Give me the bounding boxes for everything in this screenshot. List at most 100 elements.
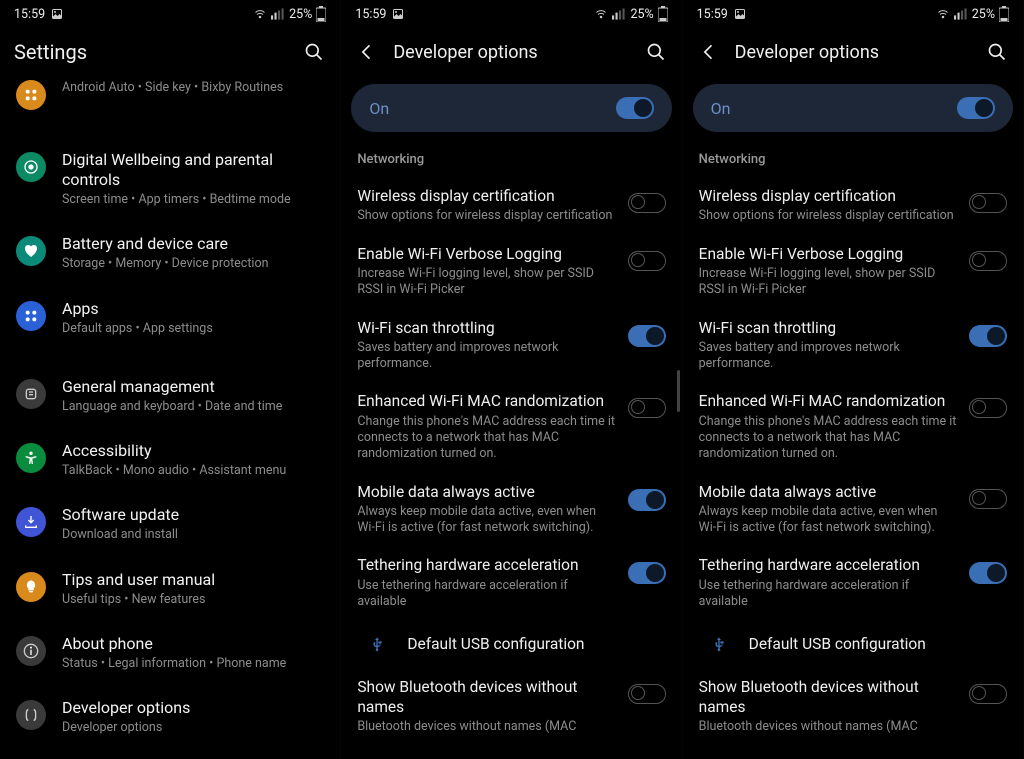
settings-item[interactable]: Developer options Developer options bbox=[0, 685, 340, 749]
toggle[interactable] bbox=[628, 489, 666, 511]
item-title: Wi-Fi scan throttling bbox=[357, 319, 615, 338]
toggle[interactable] bbox=[628, 325, 666, 347]
settings-item[interactable]: Digital Wellbeing and parental controls … bbox=[0, 137, 340, 221]
battery-pct: 25% bbox=[972, 7, 995, 22]
item-title: Wireless display certification bbox=[699, 187, 957, 206]
master-toggle-row[interactable]: On bbox=[351, 84, 671, 132]
master-toggle-label: On bbox=[369, 99, 389, 118]
settings-title: General management bbox=[62, 377, 324, 397]
settings-item[interactable]: Tips and user manual Useful tips • New f… bbox=[0, 557, 340, 621]
search-button[interactable] bbox=[644, 40, 668, 64]
accessibility-icon bbox=[16, 443, 46, 473]
dev-item[interactable]: Wi-Fi scan throttling Saves battery and … bbox=[341, 309, 681, 383]
page-title: Settings bbox=[14, 40, 288, 64]
item-subtitle: Use tethering hardware acceleration if a… bbox=[357, 578, 615, 611]
section-networking: Networking bbox=[341, 146, 681, 177]
settings-subtitle: Screen time • App timers • Bedtime mode bbox=[62, 192, 324, 208]
toggle[interactable] bbox=[628, 193, 666, 213]
settings-item[interactable]: Apps Default apps • App settings bbox=[0, 286, 340, 350]
dev-item[interactable]: Mobile data always active Always keep mo… bbox=[341, 473, 681, 547]
back-button[interactable] bbox=[697, 40, 721, 64]
chevron-left-icon bbox=[357, 42, 377, 62]
item-title: Wireless display certification bbox=[357, 187, 615, 206]
item-subtitle: Saves battery and improves network perfo… bbox=[357, 340, 615, 373]
settings-subtitle: Developer options bbox=[62, 720, 324, 736]
item-title: Enable Wi-Fi Verbose Logging bbox=[699, 245, 957, 264]
item-title: Mobile data always active bbox=[357, 483, 615, 502]
toggle[interactable] bbox=[628, 398, 666, 418]
dev-item[interactable]: Enable Wi-Fi Verbose Logging Increase Wi… bbox=[683, 235, 1023, 309]
page-title: Developer options bbox=[735, 42, 971, 63]
search-button[interactable] bbox=[985, 40, 1009, 64]
toggle[interactable] bbox=[969, 684, 1007, 704]
developer-pane-b: 15:59 25% Developer options On Networkin… bbox=[683, 0, 1024, 759]
dev-item[interactable]: Tethering hardware acceleration Use teth… bbox=[341, 546, 681, 620]
settings-item[interactable]: About phone Status • Legal information •… bbox=[0, 621, 340, 685]
item-subtitle: Use tethering hardware acceleration if a… bbox=[699, 578, 957, 611]
search-button[interactable] bbox=[302, 40, 326, 64]
settings-subtitle: Download and install bbox=[62, 527, 324, 543]
dev-item[interactable]: Enhanced Wi-Fi MAC randomization Change … bbox=[683, 382, 1023, 472]
item-title: Show Bluetooth devices without names bbox=[357, 678, 615, 717]
battery-pct: 25% bbox=[630, 7, 653, 22]
wellbeing-icon bbox=[16, 152, 46, 182]
item-title: Enhanced Wi-Fi MAC randomization bbox=[357, 392, 615, 411]
toggle[interactable] bbox=[969, 193, 1007, 213]
master-toggle[interactable] bbox=[616, 97, 654, 119]
settings-item[interactable]: Battery and device care Storage • Memory… bbox=[0, 221, 340, 285]
item-subtitle: Bluetooth devices without names (MAC bbox=[699, 719, 957, 735]
settings-item[interactable]: General management Language and keyboard… bbox=[0, 364, 340, 428]
item-title: Tethering hardware acceleration bbox=[699, 556, 957, 575]
tips-icon bbox=[16, 572, 46, 602]
settings-item[interactable]: Accessibility TalkBack • Mono audio • As… bbox=[0, 428, 340, 492]
settings-subtitle: Status • Legal information • Phone name bbox=[62, 656, 324, 672]
dev-item[interactable]: Enable Wi-Fi Verbose Logging Increase Wi… bbox=[341, 235, 681, 309]
toggle[interactable] bbox=[969, 489, 1007, 509]
dev-item[interactable]: Mobile data always active Always keep mo… bbox=[683, 473, 1023, 547]
toggle[interactable] bbox=[969, 251, 1007, 271]
wifi-icon bbox=[594, 8, 608, 20]
toggle[interactable] bbox=[628, 562, 666, 584]
apps-icon bbox=[16, 301, 46, 331]
dev-item[interactable]: Tethering hardware acceleration Use teth… bbox=[683, 546, 1023, 620]
toggle[interactable] bbox=[969, 562, 1007, 584]
dev-item-bt[interactable]: Show Bluetooth devices without names Blu… bbox=[341, 668, 681, 745]
settings-title: About phone bbox=[62, 634, 324, 654]
about-icon bbox=[16, 636, 46, 666]
dev-item[interactable]: Wireless display certification Show opti… bbox=[341, 177, 681, 235]
settings-title: Developer options bbox=[62, 698, 324, 718]
scrollbar[interactable] bbox=[677, 370, 680, 412]
item-subtitle: Always keep mobile data active, even whe… bbox=[357, 504, 615, 537]
settings-subtitle: TalkBack • Mono audio • Assistant menu bbox=[62, 463, 324, 479]
default-usb-item[interactable]: Default USB configuration bbox=[683, 620, 1023, 668]
master-toggle-row[interactable]: On bbox=[693, 84, 1013, 132]
back-button[interactable] bbox=[355, 40, 379, 64]
dev-item-bt[interactable]: Show Bluetooth devices without names Blu… bbox=[683, 668, 1023, 745]
battery-icon bbox=[316, 6, 326, 22]
signal-icon bbox=[612, 8, 626, 20]
settings-item[interactable]: Software update Download and install bbox=[0, 492, 340, 556]
settings-item-advanced-features[interactable]: Android Auto • Side key • Bixby Routines bbox=[0, 78, 340, 123]
default-usb-item[interactable]: Default USB configuration bbox=[341, 620, 681, 668]
item-subtitle: Show options for wireless display certif… bbox=[357, 208, 615, 224]
master-toggle[interactable] bbox=[957, 97, 995, 119]
settings-title: Battery and device care bbox=[62, 234, 324, 254]
dev-item[interactable]: Wireless display certification Show opti… bbox=[683, 177, 1023, 235]
toggle[interactable] bbox=[969, 325, 1007, 347]
care-icon bbox=[16, 236, 46, 266]
toggle[interactable] bbox=[628, 684, 666, 704]
status-time: 15:59 bbox=[14, 7, 45, 22]
item-title: Show Bluetooth devices without names bbox=[699, 678, 957, 717]
item-subtitle: Always keep mobile data active, even whe… bbox=[699, 504, 957, 537]
dev-item[interactable]: Wi-Fi scan throttling Saves battery and … bbox=[683, 309, 1023, 383]
status-bar: 15:59 25% bbox=[683, 0, 1023, 28]
dev-item[interactable]: Enhanced Wi-Fi MAC randomization Change … bbox=[341, 382, 681, 472]
battery-icon bbox=[658, 6, 668, 22]
settings-title: Accessibility bbox=[62, 441, 324, 461]
dev-header: Developer options bbox=[683, 28, 1023, 76]
item-title: Enhanced Wi-Fi MAC randomization bbox=[699, 392, 957, 411]
image-icon bbox=[392, 8, 404, 20]
toggle[interactable] bbox=[628, 251, 666, 271]
settings-subtitle: Storage • Memory • Device protection bbox=[62, 256, 324, 272]
toggle[interactable] bbox=[969, 398, 1007, 418]
